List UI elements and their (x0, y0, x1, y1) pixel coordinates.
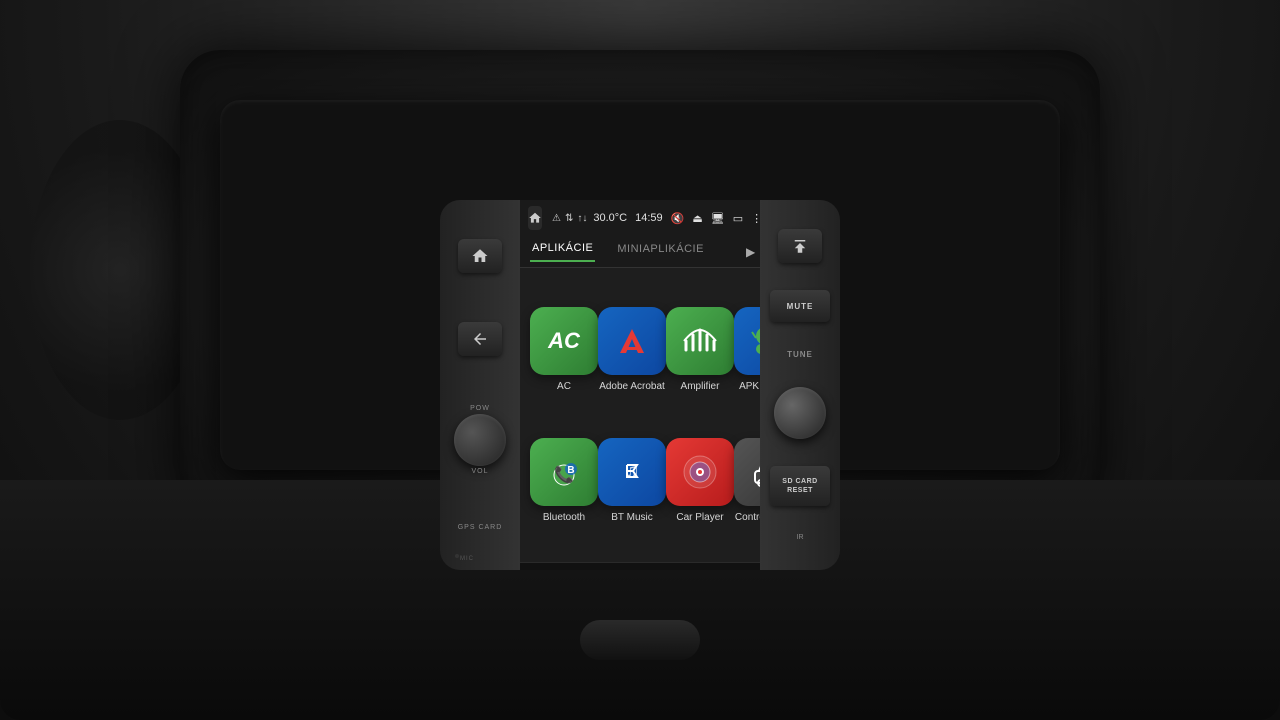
eject-icon: ⏏ (692, 212, 702, 225)
app-ac[interactable]: AC AC (530, 284, 598, 415)
car-background: POW VOL GPS CARD MIC ⚠ ⇅ ↑↓ 30. (0, 0, 1280, 720)
app-control[interactable]: Control Setting (734, 415, 760, 546)
app-icon-bluetooth: 📞 B (530, 438, 598, 506)
app-bluetooth[interactable]: 📞 B Bluetooth (530, 415, 598, 546)
bottom-strip (520, 562, 760, 570)
head-unit: POW VOL GPS CARD MIC ⚠ ⇅ ↑↓ 30. (220, 100, 1060, 470)
time-display: 14:59 (635, 212, 663, 224)
app-label-ac: AC (557, 381, 571, 392)
app-carplayer[interactable]: Car Player (666, 415, 734, 546)
signal-icon: ↑↓ (577, 213, 587, 224)
app-btmusic[interactable]: ♫ BT Music (598, 415, 666, 546)
screen-icon: 🖥 (711, 212, 725, 225)
sd-card-button[interactable]: SD CARD RESET (770, 466, 830, 506)
volume-icon: 🔇 (671, 212, 685, 225)
app-adobe[interactable]: Adobe Acrobat (598, 284, 666, 415)
app-icon-ac: AC (530, 307, 598, 375)
app-label-bluetooth: Bluetooth (543, 512, 585, 523)
ac-text: AC (548, 328, 580, 354)
window-icon: ▭ (733, 212, 743, 225)
reset-label: RESET (787, 486, 813, 496)
back-button[interactable] (458, 322, 502, 356)
home-button[interactable] (458, 239, 502, 273)
tab-bar: APLIKÁCIE MINIAPLIKÁCIE ▶ (520, 236, 760, 268)
gps-label: GPS CARD (458, 524, 503, 531)
volume-control: POW VOL (454, 405, 506, 475)
btmusic-svg: ♫ (611, 451, 653, 493)
status-center: 30.0°C 14:59 🔇 ⏏ 🖥 ▭ ⋮ (593, 212, 762, 225)
mute-button[interactable]: MUTE (770, 290, 830, 322)
volume-knob[interactable] (454, 414, 506, 466)
mic-dot (455, 554, 459, 558)
amplifier-svg (679, 320, 721, 362)
right-control-panel: MUTE TUNE SD CARD RESET IR (760, 200, 840, 570)
app-label-amplifier: Amplifier (681, 381, 720, 392)
app-icon-amplifier (666, 307, 734, 375)
tune-label: TUNE (787, 350, 813, 359)
eject-button[interactable] (778, 229, 822, 263)
tab-aplikacie[interactable]: APLIKÁCIE (530, 242, 595, 262)
bluetooth-svg: 📞 B (543, 451, 585, 493)
status-icons: ⚠ ⇅ ↑↓ (552, 213, 587, 224)
tune-knob[interactable] (774, 387, 826, 439)
app-apk[interactable]: APK Installer (734, 284, 760, 415)
app-label-carplayer: Car Player (676, 512, 723, 523)
svg-text:♫: ♫ (625, 460, 640, 482)
app-grid: AC AC Adobe Acrobat (520, 268, 760, 562)
adobe-svg (612, 321, 652, 361)
ir-label: IR (797, 534, 804, 541)
app-icon-btmusic: ♫ (598, 438, 666, 506)
tab-miniaplikacie[interactable]: MINIAPLIKÁCIE (615, 243, 706, 261)
app-amplifier[interactable]: Amplifier (666, 284, 734, 415)
status-bar: ⚠ ⇅ ↑↓ 30.0°C 14:59 🔇 ⏏ 🖥 ▭ ⋮ ▶ ⬅ (520, 200, 760, 236)
status-home[interactable] (528, 206, 542, 230)
temperature-display: 30.0°C (593, 212, 627, 224)
app-icon-apk (734, 307, 760, 375)
wifi-icon: ⇅ (565, 213, 573, 224)
head-unit-screen: ⚠ ⇅ ↑↓ 30.0°C 14:59 🔇 ⏏ 🖥 ▭ ⋮ ▶ ⬅ (520, 200, 760, 570)
sd-card-label: SD CARD (782, 477, 817, 487)
svg-text:B: B (567, 465, 574, 476)
left-control-panel: POW VOL GPS CARD MIC (440, 200, 520, 570)
warning-icon: ⚠ (552, 213, 561, 224)
mic-label: MIC (460, 556, 474, 562)
carplayer-svg (679, 451, 721, 493)
play-button[interactable]: ▶ (746, 245, 755, 259)
app-icon-control (734, 438, 760, 506)
app-label-btmusic: BT Music (611, 512, 653, 523)
pow-label: POW (470, 405, 490, 412)
center-piece (580, 620, 700, 660)
app-icon-adobe (598, 307, 666, 375)
app-label-control: Control Setting (735, 512, 760, 523)
app-icon-carplayer (666, 438, 734, 506)
control-svg (747, 451, 760, 493)
vol-label: VOL (471, 468, 488, 475)
app-label-adobe: Adobe Acrobat (599, 381, 665, 392)
app-label-apk: APK Installer (739, 381, 760, 392)
apk-svg (747, 320, 760, 362)
